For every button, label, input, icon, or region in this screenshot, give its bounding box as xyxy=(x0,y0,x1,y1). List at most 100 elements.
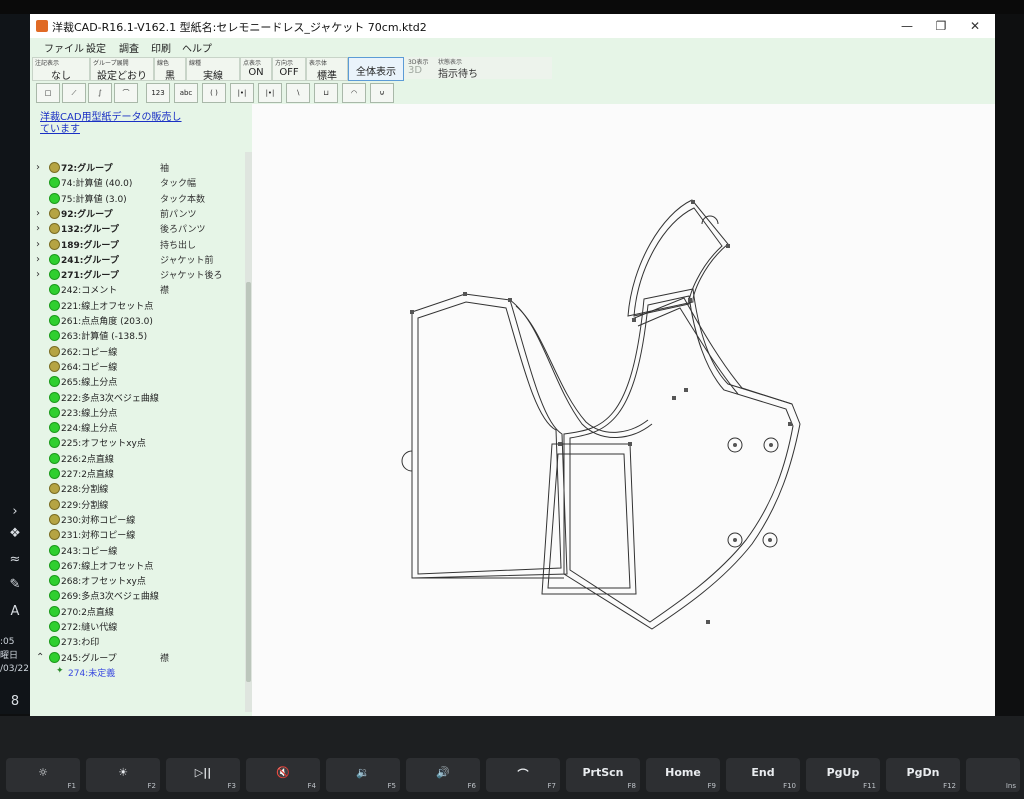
tree-row[interactable]: › 241:グループ ジャケット前 xyxy=(30,252,244,267)
tree-row[interactable]: › 132:グループ 後ろパンツ xyxy=(30,221,244,236)
option-caption: 点表示 xyxy=(243,60,262,67)
tree-row[interactable]: 231:対称コピー線 xyxy=(30,527,244,542)
tree-row[interactable]: 75:計算値 (3.0) タック本数 xyxy=(30,191,244,206)
expand-caret-icon[interactable]: › xyxy=(36,237,40,252)
menu-inspect[interactable]: 調査 xyxy=(119,40,139,55)
tree-row[interactable]: 269:多点3次ベジェ曲線 xyxy=(30,588,244,603)
tree-row[interactable]: › 271:グループ ジャケット後ろ xyxy=(30,267,244,282)
expand-caret-icon[interactable]: › xyxy=(36,160,40,175)
expand-caret-icon[interactable]: › xyxy=(36,206,40,221)
dropbox-icon[interactable]: ❖ xyxy=(0,526,30,541)
key-f8[interactable]: PrtScn F8 xyxy=(566,758,640,792)
tree-row[interactable]: 262:コピー線 xyxy=(30,344,244,359)
status-dot-icon xyxy=(50,484,59,494)
dart-tool[interactable]: ⊔ xyxy=(314,83,338,103)
line-tool[interactable]: ⟋ xyxy=(62,83,86,103)
tree-row[interactable]: 272:縫い代線 xyxy=(30,619,244,634)
3d-value[interactable]: 3D xyxy=(408,65,422,76)
tree-row[interactable]: › 189:グループ 持ち出し xyxy=(30,237,244,252)
text-tool[interactable]: abc xyxy=(174,83,198,103)
tree-row[interactable]: 273:わ印 xyxy=(30,634,244,649)
tree-row[interactable]: 221:線上オフセット点 xyxy=(30,298,244,313)
tree-row[interactable]: 263:計算値 (-138.5) xyxy=(30,328,244,343)
expand-caret-icon[interactable]: › xyxy=(36,221,40,236)
tree-row[interactable]: › 72:グループ 袖 xyxy=(30,160,244,175)
key-f9[interactable]: Home F9 xyxy=(646,758,720,792)
key-f5[interactable]: 🔉 F5 xyxy=(326,758,400,792)
measure-tool[interactable]: |•| xyxy=(230,83,254,103)
key-f2[interactable]: ☀ F2 xyxy=(86,758,160,792)
expand-caret-icon[interactable]: › xyxy=(36,267,40,282)
scrollbar-thumb[interactable] xyxy=(246,282,251,682)
tree-row[interactable]: 242:コメント 襟 xyxy=(30,282,244,297)
notification-badge[interactable]: 8 xyxy=(0,694,30,709)
key-ins[interactable]: Ins xyxy=(966,758,1020,792)
key-f11[interactable]: PgUp F11 xyxy=(806,758,880,792)
key-f10[interactable]: End F10 xyxy=(726,758,800,792)
tree-row[interactable]: 261:点点角度 (203.0) xyxy=(30,313,244,328)
tree-scrollbar[interactable] xyxy=(245,152,252,712)
tree-row[interactable]: 227:2点直線 xyxy=(30,466,244,481)
measure-end-tool[interactable]: |•| xyxy=(258,83,282,103)
drawing-canvas[interactable] xyxy=(252,104,995,716)
pocket-tool[interactable]: ⊍ xyxy=(370,83,394,103)
promo-link[interactable]: 洋裁CAD用型紙データの販売しています xyxy=(40,112,190,136)
key-f3[interactable]: ▷|| F3 xyxy=(166,758,240,792)
option-caption: 線色 xyxy=(157,60,170,67)
line-type-option[interactable]: 線種 実線 xyxy=(186,57,240,82)
menu-print[interactable]: 印刷 xyxy=(151,40,171,55)
restore-icon[interactable]: ❐ xyxy=(926,16,956,36)
number-tool[interactable]: 123 xyxy=(146,83,170,103)
expand-caret-icon[interactable]: ⌃ xyxy=(36,650,44,665)
half-circle-tool[interactable]: ◠ xyxy=(342,83,366,103)
tree-row[interactable]: 222:多点3次ベジェ曲線 xyxy=(30,390,244,405)
point-display-option[interactable]: 点表示 ON xyxy=(240,57,272,81)
tree-row[interactable]: 270:2点直線 xyxy=(30,604,244,619)
group-expand-option[interactable]: グループ展開 設定どおり xyxy=(90,57,154,82)
wifi-icon[interactable]: ≈ xyxy=(0,552,30,567)
direction-option[interactable]: 方向示 OFF xyxy=(272,57,306,81)
tree-row[interactable]: 230:対称コピー線 xyxy=(30,512,244,527)
rectangle-tool[interactable]: □ xyxy=(36,83,60,103)
arc-tool[interactable]: ⌒ xyxy=(114,83,138,103)
tree-row[interactable]: 226:2点直線 xyxy=(30,451,244,466)
tree-row[interactable]: ⌃ 245:グループ 襟 xyxy=(30,650,244,665)
tree-row[interactable]: ✦ 274:未定義 xyxy=(30,665,244,680)
key-f1[interactable]: ☼ F1 xyxy=(6,758,80,792)
tree-row[interactable]: 228:分割線 xyxy=(30,481,244,496)
tree-row[interactable]: 267:線上オフセット点 xyxy=(30,558,244,573)
minimize-icon[interactable]: — xyxy=(892,16,922,36)
display-style-option[interactable]: 表示体 標準 xyxy=(306,57,348,82)
tree-row-note: 襟 xyxy=(160,286,170,297)
tree-row-label: 263:計算値 (-138.5) xyxy=(61,332,148,343)
menu-help[interactable]: ヘルプ xyxy=(182,40,212,55)
curve-tool[interactable]: ∫ xyxy=(88,83,112,103)
menu-settings[interactable]: 設定 xyxy=(86,40,106,55)
tree-row[interactable]: 74:計算値 (40.0) タック幅 xyxy=(30,175,244,190)
key-f7[interactable]: ⌒ F7 xyxy=(486,758,560,792)
key-f12[interactable]: PgDn F12 xyxy=(886,758,960,792)
line-color-option[interactable]: 線色 黒 xyxy=(154,57,186,82)
menu-file[interactable]: ファイル xyxy=(44,40,84,55)
clock-time[interactable]: :05 xyxy=(0,636,34,648)
chevron-up-icon[interactable]: › xyxy=(0,504,30,519)
tree-row[interactable]: › 92:グループ 前パンツ xyxy=(30,206,244,221)
tree-row[interactable]: 268:オフセットxy点 xyxy=(30,573,244,588)
expand-caret-icon[interactable]: › xyxy=(36,252,40,267)
key-f4[interactable]: 🔇 F4 xyxy=(246,758,320,792)
tree-row[interactable]: 223:線上分点 xyxy=(30,405,244,420)
corner-tool[interactable]: ∖ xyxy=(286,83,310,103)
tree-row[interactable]: 243:コピー線 xyxy=(30,543,244,558)
full-view-button[interactable]: 全体表示 xyxy=(348,57,404,81)
language-icon[interactable]: A xyxy=(0,604,30,619)
tree-row[interactable]: 225:オフセットxy点 xyxy=(30,435,244,450)
tree-row[interactable]: 265:線上分点 xyxy=(30,374,244,389)
annotation-option[interactable]: 注記表示 なし xyxy=(32,57,90,82)
key-f6[interactable]: 🔊 F6 xyxy=(406,758,480,792)
tree-row[interactable]: 264:コピー線 xyxy=(30,359,244,374)
tree-row[interactable]: 224:線上分点 xyxy=(30,420,244,435)
bracket-tool[interactable]: ( ) xyxy=(202,83,226,103)
pen-icon[interactable]: ✎ xyxy=(0,577,30,592)
tree-row[interactable]: 229:分割線 xyxy=(30,497,244,512)
close-icon[interactable]: ✕ xyxy=(960,16,990,36)
